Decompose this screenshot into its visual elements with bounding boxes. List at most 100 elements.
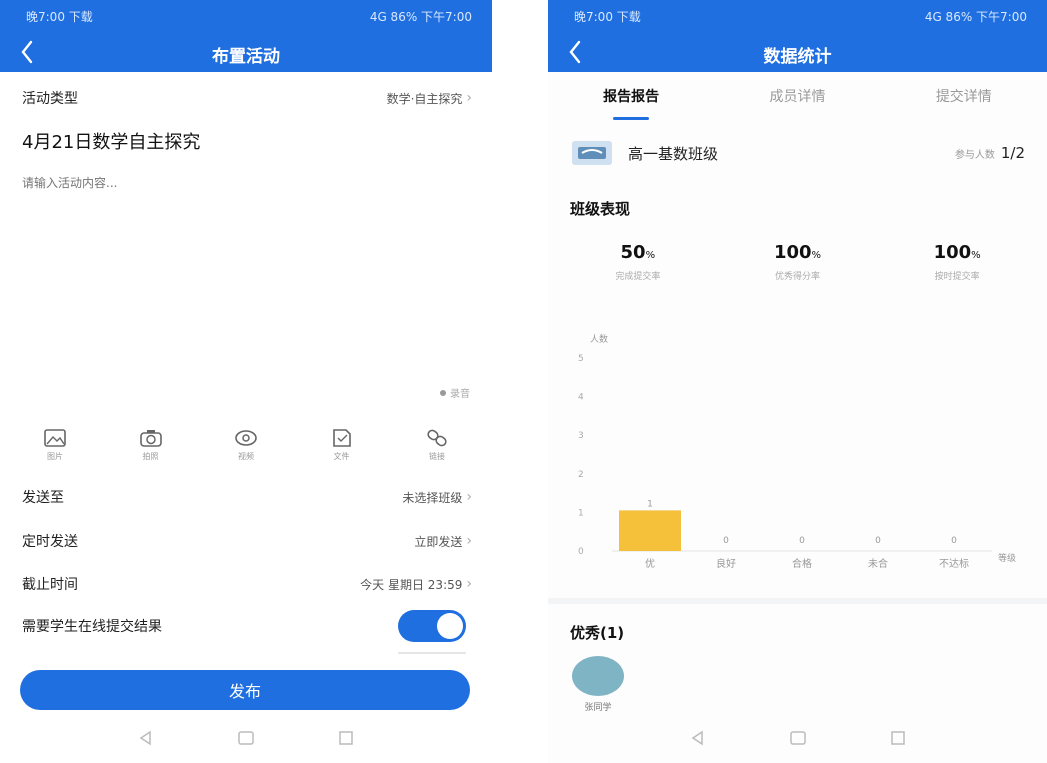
- divider: [548, 598, 1047, 604]
- stat-caption: 优秀得分率: [774, 272, 820, 282]
- chevron-right-icon: ›: [466, 90, 472, 106]
- class-icon: [572, 141, 612, 165]
- send-to-value: 未选择班级: [402, 490, 463, 505]
- scheduled-send-row[interactable]: 定时发送 立即发送 ›: [22, 528, 472, 554]
- link-icon: [427, 429, 447, 447]
- y-tick-label: 3: [578, 431, 584, 441]
- data-label: 0: [875, 536, 881, 546]
- class-count-label: 参与人数: [954, 149, 995, 161]
- tab-report[interactable]: 报告报告: [595, 80, 667, 120]
- chevron-down-icon: ›: [466, 576, 472, 592]
- online-submit-toggle[interactable]: [398, 610, 466, 642]
- tool-video-button[interactable]: 视频: [221, 428, 271, 468]
- grade-bar-chart: 人数 0 1 2 3 4 5 1 优 0 良好 0 合格 0 未合 0 不达标 等级: [578, 333, 1016, 570]
- activity-type-row[interactable]: 活动类型 数学·自主探究 ›: [22, 85, 472, 111]
- chevron-right-icon: ›: [466, 489, 472, 505]
- stat-value: 50: [620, 242, 646, 263]
- data-label: 0: [951, 536, 957, 546]
- video-icon: [235, 430, 257, 446]
- online-submit-label: 需要学生在线提交结果: [22, 619, 162, 635]
- x-tick-label: 未合: [868, 557, 888, 570]
- x-tick-label: 良好: [716, 557, 736, 570]
- scheduled-send-label: 定时发送: [22, 534, 78, 550]
- send-to-label: 发送至: [22, 490, 64, 506]
- nav-home-icon[interactable]: [236, 728, 256, 748]
- y-tick-label: 1: [578, 508, 584, 518]
- divider: [398, 652, 466, 654]
- nav-back-icon[interactable]: [136, 728, 156, 748]
- tool-camera-button[interactable]: 拍照: [126, 428, 176, 468]
- x-tick-label: 优: [645, 557, 655, 570]
- system-nav-bar: [0, 728, 492, 752]
- stat-completion: 50% 完成提交率: [583, 242, 693, 296]
- online-submit-row: 需要学生在线提交结果: [22, 613, 382, 639]
- deadline-label: 截止时间: [22, 577, 78, 593]
- stat-ontime: 100% 按时提交率: [902, 242, 1012, 296]
- nav-recents-icon[interactable]: [888, 728, 908, 748]
- stat-value: 100: [773, 242, 812, 263]
- stats-row: 50% 完成提交率 100% 优秀得分率 100% 按时提交率: [558, 242, 1037, 296]
- data-label: 0: [799, 536, 805, 546]
- stat-excellent: 100% 优秀得分率: [742, 242, 852, 296]
- camera-icon: [139, 430, 162, 447]
- stat-value: 100: [933, 242, 972, 263]
- stat-unit: %: [971, 250, 981, 261]
- record-button[interactable]: 录音: [440, 385, 470, 400]
- activity-type-label: 活动类型: [22, 91, 78, 107]
- right-app-bar: 晚7:00 下载 4G 86% 下午7:00 数据统计: [548, 0, 1047, 72]
- file-icon: [332, 429, 351, 447]
- class-name: 高一基数班级: [628, 144, 719, 163]
- status-left: 晚7:00 下载: [574, 10, 641, 24]
- toggle-knob: [437, 613, 463, 639]
- tab-members[interactable]: 成员详情: [761, 80, 833, 116]
- deadline-row[interactable]: 截止时间 今天 星期日 23:59 ›: [22, 571, 472, 597]
- avatar[interactable]: [572, 656, 624, 696]
- left-app-bar: 晚7:00 下载 4G 86% 下午7:00 布置活动: [0, 0, 492, 72]
- class-count: 1/2: [1000, 144, 1025, 162]
- tool-image-button[interactable]: 图片: [30, 428, 80, 468]
- tool-link-label: 链接: [429, 452, 445, 461]
- x-axis-label: 等级: [998, 552, 1016, 564]
- section-title: 班级表现: [570, 200, 631, 218]
- excellent-title: 优秀(1): [570, 624, 625, 642]
- tool-camera-label: 拍照: [142, 452, 159, 461]
- y-axis-label: 人数: [590, 333, 608, 345]
- activity-title: 4月21日数学自主探究: [22, 132, 201, 153]
- left-screen: 晚7:00 下载 4G 86% 下午7:00 布置活动 活动类型 数学·自主探究…: [0, 0, 492, 763]
- data-label: 0: [723, 536, 729, 546]
- stat-caption: 按时提交率: [934, 272, 980, 282]
- tab-bar: 报告报告 成员详情 提交详情: [548, 80, 1047, 120]
- tool-file-button[interactable]: 文件: [317, 428, 367, 468]
- stat-unit: %: [811, 250, 822, 261]
- activity-content-input[interactable]: [22, 176, 462, 190]
- x-tick-label: 不达标: [939, 558, 969, 570]
- activity-type-value: 数学·自主探究: [386, 91, 463, 106]
- nav-home-icon[interactable]: [788, 728, 808, 748]
- stat-caption: 完成提交率: [615, 272, 661, 282]
- tool-link-button[interactable]: 链接: [412, 428, 462, 468]
- x-tick-label: 合格: [792, 557, 812, 570]
- status-bar: 晚7:00 下载 4G 86% 下午7:00: [574, 8, 1027, 28]
- data-label: 1: [647, 499, 653, 509]
- tab-submissions[interactable]: 提交详情: [928, 80, 1000, 116]
- status-left: 晚7:00 下载: [26, 10, 93, 24]
- system-nav-bar: [548, 728, 1047, 752]
- nav-recents-icon[interactable]: [336, 728, 356, 748]
- avatar-name: 张同学: [584, 703, 612, 713]
- nav-back-icon[interactable]: [688, 728, 708, 748]
- class-row[interactable]: 高一基数班级 参与人数 1/2: [570, 136, 1025, 170]
- send-to-row[interactable]: 发送至 未选择班级 ›: [22, 484, 472, 510]
- status-right: 4G 86% 下午7:00: [924, 10, 1027, 24]
- page-title: 布置活动: [212, 47, 280, 67]
- scheduled-send-value: 立即发送: [414, 534, 463, 549]
- chevron-right-icon: ›: [466, 533, 472, 549]
- tool-file-label: 文件: [333, 452, 350, 461]
- y-tick-label: 2: [578, 470, 584, 480]
- bar: [619, 510, 681, 551]
- deadline-value: 今天 星期日 23:59: [360, 577, 463, 592]
- y-tick-label: 0: [578, 547, 584, 557]
- tool-video-label: 视频: [238, 452, 254, 461]
- status-bar: 晚7:00 下载 4G 86% 下午7:00: [26, 8, 472, 28]
- status-right: 4G 86% 下午7:00: [369, 10, 472, 24]
- publish-button[interactable]: 发布: [20, 670, 470, 710]
